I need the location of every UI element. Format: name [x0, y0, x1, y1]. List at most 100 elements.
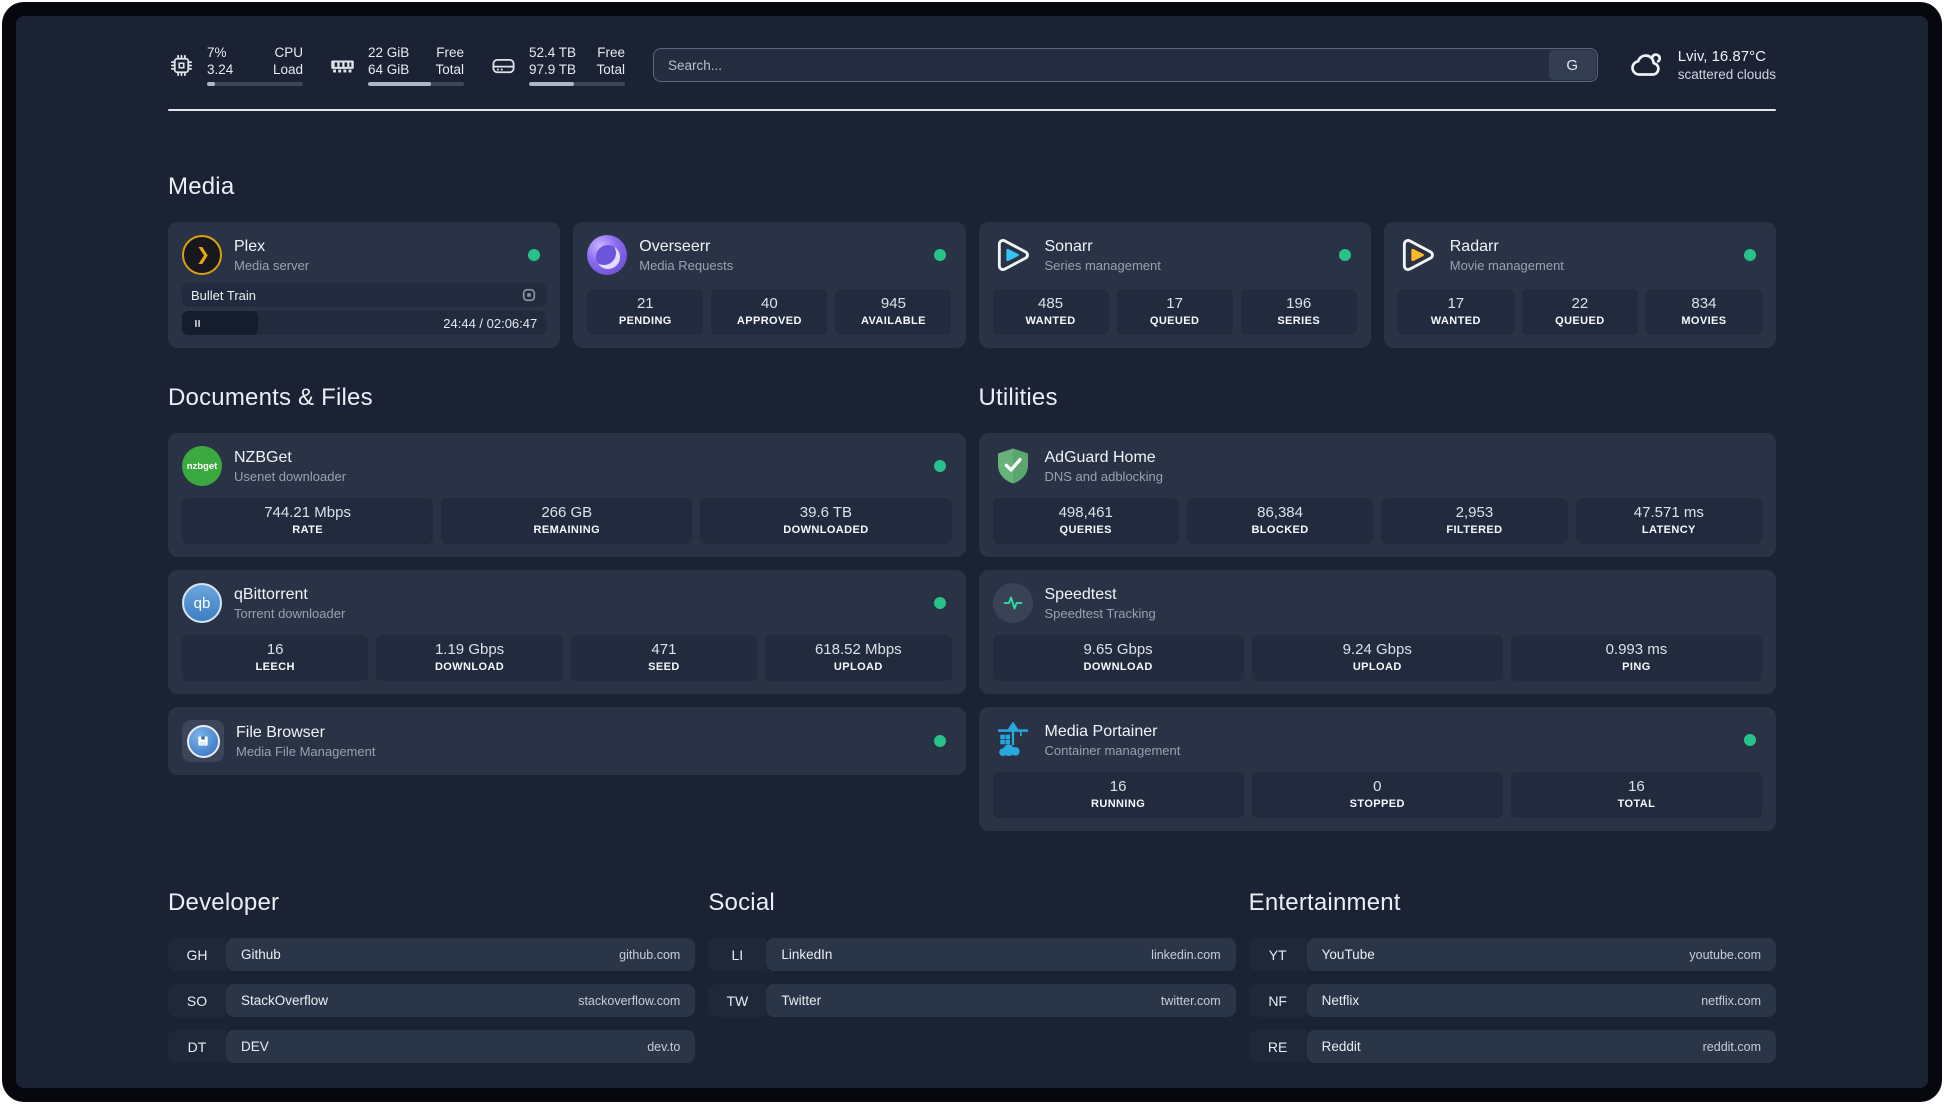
status-dot [933, 460, 946, 472]
card-portainer[interactable]: Media Portainer Container management 16 R… [978, 707, 1776, 831]
bookmark-name: Netflix [1321, 993, 1360, 1008]
session-device-icon[interactable] [521, 287, 537, 303]
cpu-progress-bar [207, 82, 303, 86]
utilities-section: Utilities AdGuard Home DNS and adblockin… [978, 384, 1776, 831]
bookmark-name: Github [241, 947, 281, 962]
bookmarks-developer: Developer GH Github github.com SO StackOv… [168, 889, 696, 1063]
bookmark-youtube[interactable]: YT YouTube youtube.com [1248, 938, 1776, 971]
status-dot [1338, 249, 1351, 261]
weather-condition: scattered clouds [1677, 66, 1776, 82]
cpu-chip-icon [170, 54, 193, 76]
stat-pending: 21 PENDING [587, 289, 704, 335]
overseerr-icon [587, 235, 628, 275]
card-title: Plex [234, 237, 266, 255]
stat-running: 16 RUNNING [992, 772, 1244, 818]
qbittorrent-icon: qb [182, 583, 222, 623]
bookmark-url: reddit.com [1702, 1039, 1761, 1054]
card-sonarr[interactable]: Sonarr Series management 485 WANTED 17 QUE… [978, 222, 1371, 348]
topbar-divider [168, 109, 1776, 111]
speedtest-icon [992, 583, 1033, 623]
bookmark-twitter[interactable]: TW Twitter twitter.com [708, 984, 1236, 1017]
stat-latency: 47.571 ms LATENCY [1575, 498, 1762, 544]
bookmark-reddit[interactable]: RE Reddit reddit.com [1248, 1030, 1776, 1063]
bookmark-netflix[interactable]: NF Netflix netflix.com [1248, 984, 1776, 1017]
card-subtitle: DNS and adblocking [1044, 468, 1164, 484]
bookmark-github[interactable]: GH Github github.com [168, 938, 696, 971]
card-subtitle: Container management [1044, 742, 1181, 758]
weather-location: Lviv, 16.87°C [1677, 47, 1766, 65]
bookmarks-social: Social LI LinkedIn linkedin.com TW Twitte… [708, 889, 1236, 1063]
stat-rate: 744.21 Mbps RATE [182, 498, 434, 544]
weather-widget: Lviv, 16.87°C scattered clouds [1628, 46, 1776, 84]
bookmark-url: github.com [619, 947, 681, 962]
cpu-label: CPU [274, 45, 303, 60]
ram-free: 22 GiB [368, 45, 410, 60]
bookmark-dev[interactable]: DT DEV dev.to [168, 1030, 696, 1063]
plex-now-playing: Bullet Train 24:44 / 02:06:47 [182, 283, 547, 335]
nzbget-icon: nzbget [182, 446, 222, 486]
status-dot [933, 597, 946, 609]
bookmark-stackoverflow[interactable]: SO StackOverflow stackoverflow.com [168, 984, 696, 1017]
disk-total: 97.9 TB [529, 62, 577, 77]
search-engine-button[interactable]: G [1548, 50, 1596, 80]
media-section: ❯ Plex Media server Bullet Train 24:44 /… [168, 222, 1776, 348]
card-subtitle: Media Requests [639, 257, 734, 273]
stat-download: 9.65 Gbps DOWNLOAD [992, 635, 1244, 681]
bookmark-linkedin[interactable]: LI LinkedIn linkedin.com [708, 938, 1236, 971]
stat-queued: 22 QUEUED [1521, 289, 1638, 335]
section-title-social: Social [708, 889, 775, 916]
card-plex[interactable]: ❯ Plex Media server Bullet Train 24:44 /… [168, 222, 561, 348]
card-overseerr[interactable]: Overseerr Media Requests 21 PENDING 40 APP… [573, 222, 966, 348]
bookmark-name: StackOverflow [241, 993, 329, 1008]
disk-total-label: Total [596, 62, 625, 77]
card-nzbget[interactable]: nzbget NZBGet Usenet downloader 744.21 M… [168, 433, 966, 557]
section-title-media: Media [168, 173, 235, 200]
card-title: Overseerr [639, 237, 711, 255]
bookmark-abbr: SO [168, 984, 226, 1017]
top-bar: 7% CPU 3.24 Load 22 GiB Free 64 GiB Total [168, 42, 1776, 88]
stat-queued: 17 QUEUED [1116, 289, 1233, 335]
bookmark-abbr: TW [708, 984, 767, 1017]
bookmark-url: netflix.com [1701, 993, 1761, 1008]
card-radarr[interactable]: Radarr Movie management 17 WANTED 22 QUEUE… [1383, 222, 1776, 348]
disk-progress-bar [529, 82, 625, 86]
card-title: NZBGet [234, 448, 292, 466]
stat-movies: 834 MOVIES [1645, 289, 1762, 335]
bookmark-abbr: GH [168, 938, 226, 971]
card-adguard[interactable]: AdGuard Home DNS and adblocking 498,461 Q… [978, 433, 1776, 557]
radarr-icon [1398, 235, 1438, 275]
section-title-utilities: Utilities [978, 384, 1058, 411]
card-subtitle: Media File Management [236, 743, 376, 759]
cpu-load-label: Load [272, 62, 303, 77]
card-subtitle: Usenet downloader [234, 468, 347, 484]
bookmark-abbr: LI [708, 938, 767, 971]
card-subtitle: Series management [1044, 257, 1161, 273]
filebrowser-icon [182, 720, 224, 762]
section-title-developer: Developer [168, 889, 280, 916]
stat-download: 1.19 Gbps DOWNLOAD [376, 635, 563, 681]
card-title: Radarr [1449, 237, 1499, 255]
session-media-title: Bullet Train [191, 287, 257, 303]
adguard-icon [993, 446, 1033, 486]
bookmark-url: youtube.com [1689, 947, 1761, 962]
bookmark-abbr: NF [1248, 984, 1307, 1017]
card-qbittorrent[interactable]: qb qBittorrent Torrent downloader 16 LEEC… [168, 570, 966, 694]
card-subtitle: Torrent downloader [234, 605, 346, 621]
card-filebrowser[interactable]: File Browser Media File Management [168, 707, 966, 775]
search-input[interactable] [654, 49, 1548, 81]
bookmark-abbr: RE [1248, 1030, 1307, 1063]
status-dot [1744, 249, 1756, 261]
disk-free-label: Free [597, 45, 625, 60]
stat-leech: 16 LEECH [182, 635, 369, 681]
cpu-load: 3.24 [207, 62, 234, 77]
card-subtitle: Speedtest Tracking [1044, 605, 1156, 621]
cpu-percent: 7% [207, 45, 227, 60]
stat-downloaded: 39.6 TB DOWNLOADED [700, 498, 952, 544]
stat-upload: 618.52 Mbps UPLOAD [765, 635, 952, 681]
status-dot [933, 735, 946, 747]
card-speedtest[interactable]: Speedtest Speedtest Tracking 9.65 Gbps DO… [978, 570, 1776, 694]
stat-upload: 9.24 Gbps UPLOAD [1251, 635, 1503, 681]
stat-remaining: 266 GB REMAINING [441, 498, 693, 544]
dashboard: 7% CPU 3.24 Load 22 GiB Free 64 GiB Total [16, 16, 1928, 1088]
disk-stat: 52.4 TB Free 97.9 TB Total [490, 44, 625, 86]
